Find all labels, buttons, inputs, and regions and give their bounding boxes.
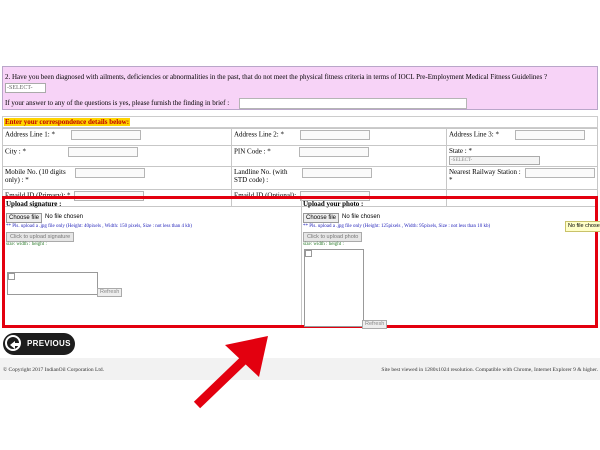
annotation-arrow — [193, 336, 268, 409]
arrow-shaft — [193, 352, 252, 409]
